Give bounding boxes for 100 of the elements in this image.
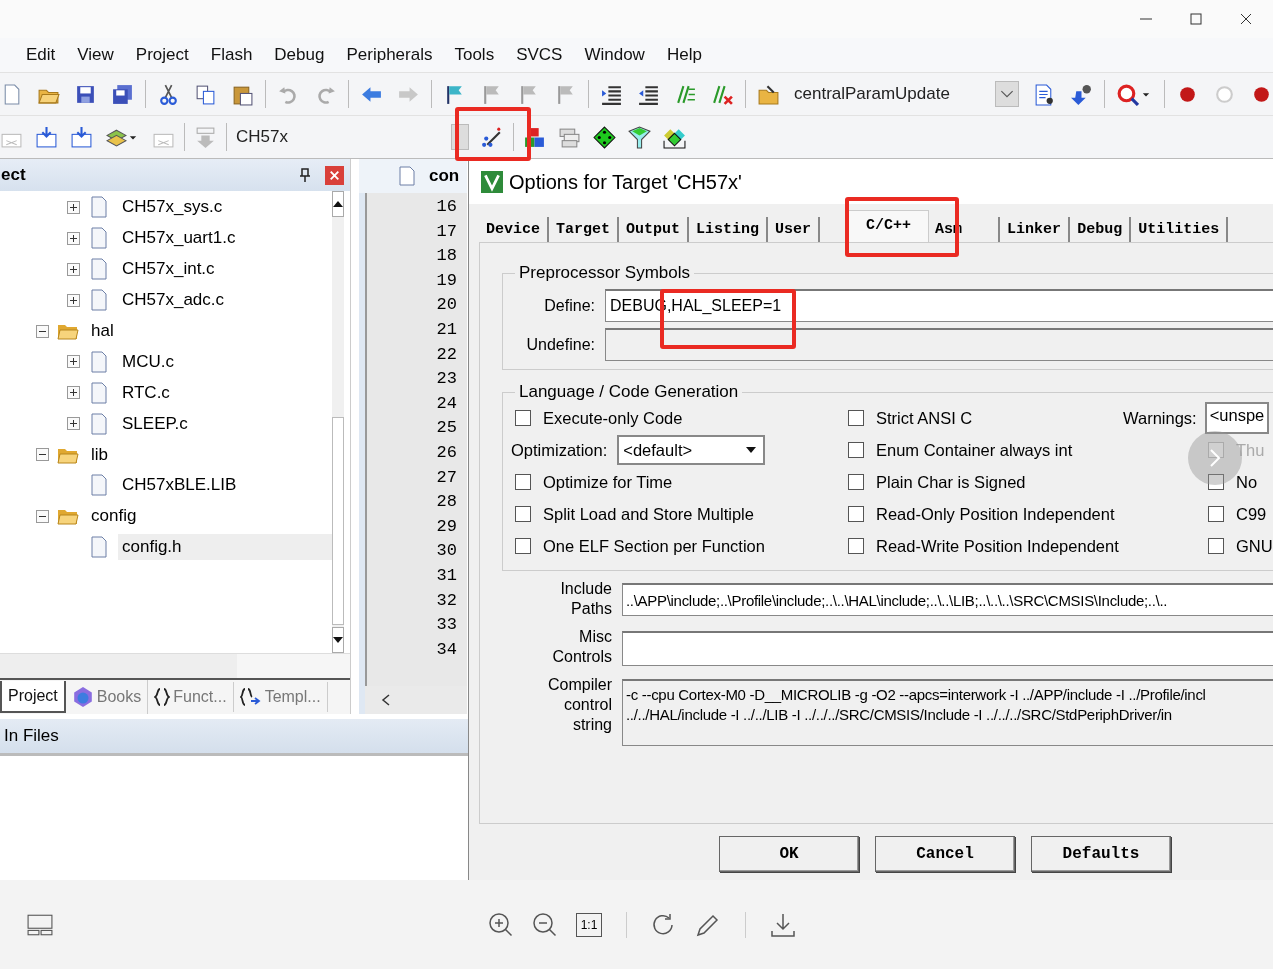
line-number: 27	[436, 467, 457, 489]
checkbox[interactable]	[1208, 538, 1224, 554]
checkbox[interactable]	[848, 474, 864, 490]
tree-item[interactable]: CH57x_uart1.c	[118, 225, 240, 252]
tree-item[interactable]: SLEEP.c	[118, 410, 192, 437]
expand-icon[interactable]	[67, 355, 80, 369]
dialog-button[interactable]: Cancel	[875, 836, 1015, 872]
expand-icon[interactable]	[67, 293, 80, 307]
vertical-scrollbar[interactable]	[331, 191, 344, 653]
line-number: 32	[436, 590, 457, 612]
file-icon	[88, 227, 110, 250]
debug-magnifier-icon[interactable]	[1116, 82, 1139, 106]
collapse-icon[interactable]	[36, 324, 49, 338]
tree-item[interactable]: RTC.c	[118, 379, 174, 406]
dialog-button[interactable]: OK	[719, 836, 859, 872]
scissors-icon[interactable]	[157, 82, 180, 106]
chevron-down-icon	[1000, 89, 1015, 99]
panel-tab[interactable]: Templ...	[233, 682, 328, 712]
panel-tab[interactable]: Funct...	[148, 682, 234, 712]
checkbox[interactable]	[848, 538, 864, 554]
checkbox[interactable]	[515, 538, 531, 554]
misc-controls-field[interactable]	[622, 631, 1273, 666]
file-icon	[88, 412, 110, 435]
checkbox[interactable]	[1208, 506, 1224, 522]
menu-item[interactable]: Help	[656, 42, 712, 68]
floppy-disks-icon[interactable]	[111, 82, 134, 106]
checkbox-label: Read-Write Position Independent	[876, 536, 1119, 556]
checkbox[interactable]	[515, 506, 531, 522]
download-icon[interactable]	[70, 125, 93, 149]
checkbox[interactable]	[515, 410, 531, 426]
menu-item[interactable]: Project	[125, 42, 199, 68]
up-arrow-icon[interactable]	[332, 201, 343, 207]
expand-icon[interactable]	[67, 200, 80, 214]
menu-item[interactable]: Debug	[264, 42, 335, 68]
include-paths-field[interactable]: ..\APP\include;..\Profile\include;..\..\HAL\include;..\..\LIB;..\..\..\SRC\CMSIS\Include;..\..	[622, 583, 1273, 616]
tab[interactable]: C/C++	[848, 210, 930, 244]
windows-icon[interactable]	[558, 125, 581, 149]
menu-item[interactable]: Tools	[444, 42, 505, 68]
close-icon[interactable]	[1239, 12, 1253, 26]
maximize-icon[interactable]	[1189, 12, 1203, 26]
checkbox-label: Enum Container always int	[876, 440, 1073, 460]
expand-icon[interactable]	[67, 386, 80, 400]
checkbox[interactable]	[1208, 474, 1224, 490]
checkbox-label: Read-Only Position Independent	[876, 504, 1115, 524]
tree-item[interactable]: lib	[87, 441, 112, 468]
horizontal-scrollbar[interactable]	[365, 686, 467, 714]
diamond-icon[interactable]	[593, 125, 616, 149]
file-icon	[88, 289, 110, 312]
checkbox-label: Strict ANSI C	[876, 408, 973, 428]
editor-tab[interactable]: con	[359, 159, 467, 193]
optimization-dropdown[interactable]: <default>	[617, 435, 766, 465]
checkbox-label: Plain Char is Signed	[876, 472, 1026, 492]
panel-tab[interactable]: Project	[0, 681, 66, 713]
download-icon[interactable]	[35, 125, 58, 149]
collapse-icon[interactable]	[36, 448, 49, 462]
checkbox[interactable]	[848, 410, 864, 426]
field-label: Undefine:	[525, 335, 595, 354]
down-arrow-icon[interactable]	[332, 637, 343, 643]
menu-item[interactable]: Peripherals	[336, 42, 443, 68]
tree-item[interactable]: config	[87, 503, 141, 530]
tree-item[interactable]: CH57xBLE.LIB	[118, 472, 241, 499]
expand-icon[interactable]	[67, 231, 80, 245]
checkbox[interactable]	[848, 442, 864, 458]
checkbox[interactable]	[848, 506, 864, 522]
tree-item[interactable]: config.h	[118, 534, 332, 561]
actual-size-button[interactable]: 1:1	[576, 912, 602, 937]
file-icon	[88, 350, 110, 373]
copy-icon[interactable]	[194, 82, 217, 106]
menu-item[interactable]: SVCS	[506, 42, 573, 68]
tree-item[interactable]: CH57x_int.c	[118, 256, 219, 283]
panel-tab[interactable]: Books	[65, 680, 149, 714]
line-number: 28	[436, 492, 457, 514]
field-label: Warnings:	[1123, 408, 1197, 428]
tree-item[interactable]: CH57x_adc.c	[118, 287, 229, 314]
download-icon[interactable]	[770, 911, 796, 938]
tree-item[interactable]: MCU.c	[118, 348, 178, 375]
dropdown-button[interactable]	[995, 81, 1019, 107]
menu-item[interactable]: Flash	[200, 42, 263, 68]
expand-icon[interactable]	[67, 262, 80, 276]
menu-item[interactable]: Window	[574, 42, 655, 68]
checkbox[interactable]	[515, 474, 531, 490]
tree-item[interactable]: hal	[87, 318, 118, 344]
tree-item[interactable]: CH57x_sys.c	[118, 194, 227, 221]
dialog-button[interactable]: Defaults	[1031, 836, 1171, 872]
undefine-field[interactable]	[605, 328, 1273, 361]
blocks-icon[interactable]	[523, 125, 546, 149]
expand-icon[interactable]	[67, 417, 80, 431]
down-arrow-icon[interactable]	[1070, 82, 1093, 106]
menu-item[interactable]: Edit	[16, 42, 66, 68]
collapse-icon[interactable]	[36, 509, 49, 523]
menu-item[interactable]: View	[67, 42, 124, 68]
funnel-icon[interactable]	[628, 125, 651, 149]
warnings-dropdown[interactable]: <unspe	[1204, 402, 1270, 434]
zoom-in-icon[interactable]	[488, 911, 514, 938]
checkbox-label: Split Load and Store Multiple	[543, 504, 754, 524]
horizontal-scrollbar[interactable]	[0, 653, 350, 678]
document-search-icon[interactable]	[1033, 82, 1056, 106]
line-number: 33	[436, 615, 457, 637]
zoom-out-icon[interactable]	[532, 911, 558, 938]
pin-icon[interactable]	[299, 168, 311, 182]
